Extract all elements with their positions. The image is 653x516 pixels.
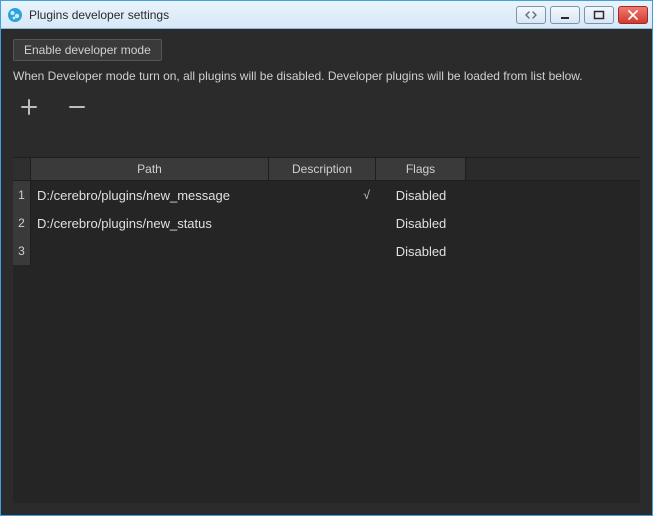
remove-button[interactable] xyxy=(65,95,89,119)
row-number: 1 xyxy=(13,181,31,209)
table-body: 1 D:/cerebro/plugins/new_message √ Disab… xyxy=(13,181,640,265)
cell-flags[interactable]: Disabled xyxy=(376,237,466,265)
titlebar[interactable]: Plugins developer settings xyxy=(1,1,652,29)
table-row[interactable]: 3 Disabled xyxy=(13,237,640,265)
row-number: 3 xyxy=(13,237,31,265)
add-button[interactable] xyxy=(17,95,41,119)
cell-path[interactable]: D:/cerebro/plugins/new_status xyxy=(31,209,269,237)
check-icon: √ xyxy=(363,188,370,202)
plus-icon xyxy=(19,97,39,117)
minus-icon xyxy=(67,97,87,117)
header-flags[interactable]: Flags xyxy=(376,158,466,180)
table-row[interactable]: 2 D:/cerebro/plugins/new_status Disabled xyxy=(13,209,640,237)
cell-description[interactable] xyxy=(269,237,376,265)
body: Enable developer mode When Developer mod… xyxy=(1,29,652,515)
header-rownum xyxy=(13,158,31,180)
table-header-row: Path Description Flags xyxy=(13,158,640,181)
row-number: 2 xyxy=(13,209,31,237)
cell-path[interactable]: D:/cerebro/plugins/new_message xyxy=(31,181,269,209)
window: Plugins developer settings Enable develo… xyxy=(0,0,653,516)
minimize-button[interactable] xyxy=(550,6,580,24)
cell-path[interactable] xyxy=(31,237,269,265)
close-button[interactable] xyxy=(618,6,648,24)
cell-flags[interactable]: Disabled xyxy=(376,209,466,237)
header-path[interactable]: Path xyxy=(31,158,269,180)
expand-button[interactable] xyxy=(516,6,546,24)
cell-description[interactable]: √ xyxy=(269,181,376,209)
table-row[interactable]: 1 D:/cerebro/plugins/new_message √ Disab… xyxy=(13,181,640,209)
icon-row xyxy=(13,95,640,119)
header-description[interactable]: Description xyxy=(269,158,376,180)
app-icon xyxy=(7,7,23,23)
enable-developer-mode-button[interactable]: Enable developer mode xyxy=(13,39,162,61)
cell-flags[interactable]: Disabled xyxy=(376,181,466,209)
plugins-table: Path Description Flags 1 D:/cerebro/plug… xyxy=(13,157,640,503)
window-title: Plugins developer settings xyxy=(29,8,169,22)
subtext: When Developer mode turn on, all plugins… xyxy=(13,69,640,83)
header-spacer xyxy=(466,158,640,180)
cell-description[interactable] xyxy=(269,209,376,237)
maximize-button[interactable] xyxy=(584,6,614,24)
